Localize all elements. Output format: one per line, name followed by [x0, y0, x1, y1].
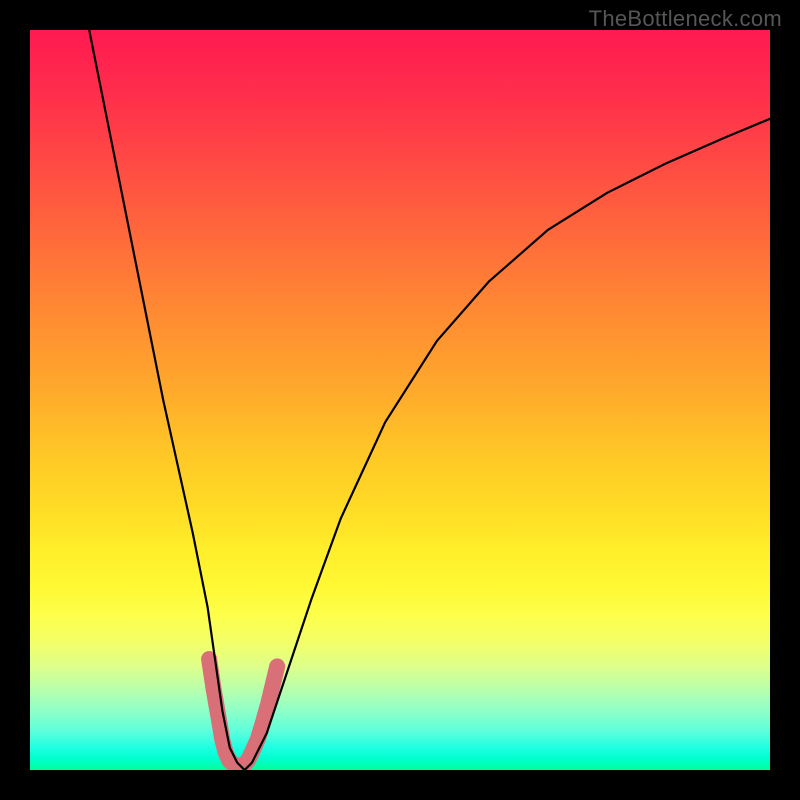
main-curve	[89, 30, 770, 770]
plot-area	[30, 30, 770, 770]
bottom-highlight-curve	[209, 659, 277, 766]
chart-frame: TheBottleneck.com	[0, 0, 800, 800]
curves-svg	[30, 30, 770, 770]
watermark-text: TheBottleneck.com	[589, 6, 782, 32]
